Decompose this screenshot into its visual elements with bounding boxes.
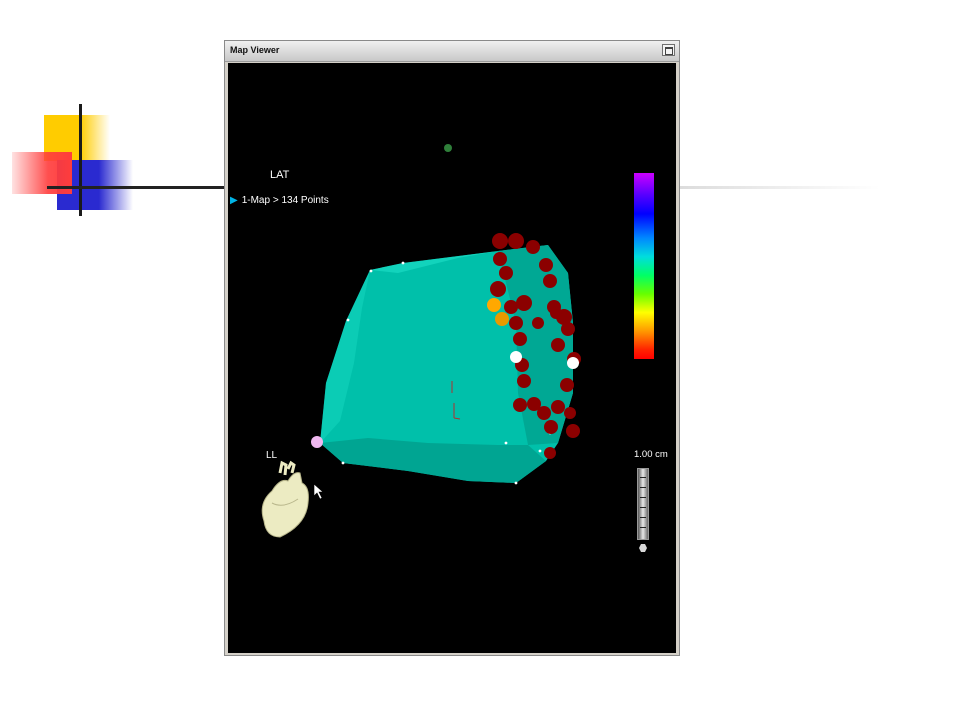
maximize-button[interactable] bbox=[662, 44, 675, 56]
scale-ruler bbox=[637, 468, 649, 540]
anatomy-3d-scene[interactable] bbox=[228, 63, 676, 653]
reference-marker bbox=[444, 144, 452, 152]
mouse-cursor-icon bbox=[313, 483, 324, 500]
map-viewer-window: Map Viewer LAT ▶ 1-Map > 134 Points LL 1… bbox=[224, 40, 680, 656]
map-type-label: LAT bbox=[270, 169, 290, 181]
orientation-label: LL bbox=[266, 450, 278, 461]
map-viewport[interactable]: LAT ▶ 1-Map > 134 Points LL 1.00 cm bbox=[228, 63, 676, 653]
title-bar[interactable]: Map Viewer bbox=[225, 41, 679, 62]
decor-horizontal-line bbox=[47, 186, 227, 189]
anatomical-shell bbox=[320, 245, 573, 485]
lat-color-scale bbox=[634, 173, 654, 359]
play-arrow-icon: ▶ bbox=[230, 195, 238, 206]
map-label: 1-Map > 134 Points bbox=[241, 195, 329, 206]
window-title: Map Viewer bbox=[230, 45, 280, 55]
map-selector[interactable]: ▶ 1-Map > 134 Points bbox=[230, 195, 329, 206]
scale-label: 1.00 cm bbox=[634, 449, 668, 460]
decor-vertical-line bbox=[79, 104, 82, 216]
decor-horizontal-fade-line bbox=[680, 186, 880, 189]
heart-orientation-icon bbox=[261, 460, 309, 538]
